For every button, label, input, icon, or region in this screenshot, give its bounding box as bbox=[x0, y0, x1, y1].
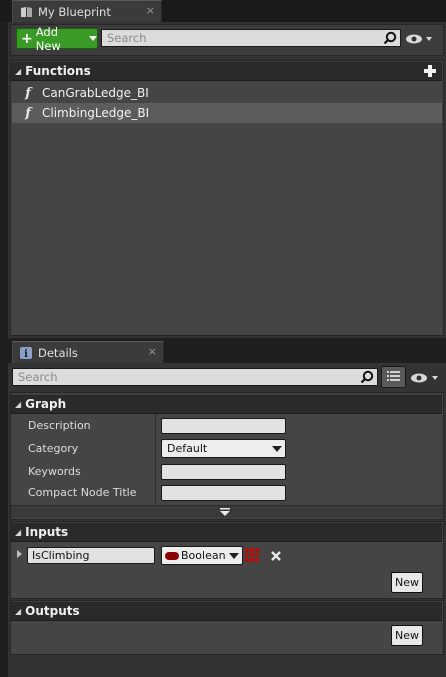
search-placeholder: Search bbox=[107, 31, 147, 45]
param-expand-arrow-icon[interactable] bbox=[17, 550, 22, 558]
details-search-input[interactable]: Search bbox=[12, 368, 378, 386]
add-new-button[interactable]: + Add New bbox=[16, 25, 98, 53]
function-item[interactable]: f CanGrabLedge_BI bbox=[12, 83, 442, 103]
chevron-down-icon bbox=[272, 446, 282, 452]
function-item-label: CanGrabLedge_BI bbox=[42, 86, 149, 100]
container-grid-icon[interactable] bbox=[245, 548, 260, 563]
keywords-label: Keywords bbox=[28, 465, 81, 478]
inputs-header[interactable]: ◢ Inputs bbox=[11, 522, 442, 542]
chevron-down-icon bbox=[89, 36, 97, 41]
expand-arrow-icon: ◢ bbox=[15, 66, 22, 76]
search-icon[interactable] bbox=[360, 370, 374, 384]
param-name-field[interactable]: IsClimbing bbox=[27, 547, 155, 564]
tab-details[interactable]: i Details × bbox=[12, 341, 164, 363]
expand-arrow-icon: ◢ bbox=[15, 527, 22, 537]
expand-arrow-icon: ◢ bbox=[15, 606, 22, 616]
eye-icon[interactable] bbox=[405, 33, 433, 45]
expand-arrow-icon: ◢ bbox=[15, 399, 22, 409]
function-icon: f bbox=[25, 105, 31, 121]
new-input-label: New bbox=[395, 576, 419, 589]
description-field[interactable] bbox=[161, 418, 286, 434]
add-new-label: Add New bbox=[35, 24, 61, 53]
search-placeholder: Search bbox=[18, 370, 58, 384]
description-label: Description bbox=[28, 419, 91, 432]
close-icon[interactable]: × bbox=[148, 345, 157, 358]
svg-text:i: i bbox=[24, 349, 28, 360]
new-output-button[interactable]: New bbox=[391, 625, 423, 646]
advanced-expand-bar[interactable] bbox=[11, 505, 443, 518]
blueprint-search-input[interactable]: Search bbox=[101, 29, 401, 47]
param-type-label: Boolean bbox=[181, 549, 226, 562]
function-icon: f bbox=[25, 85, 31, 101]
remove-icon[interactable] bbox=[270, 550, 282, 562]
graph-header-label: Graph bbox=[25, 397, 67, 411]
function-item-label: ClimbingLedge_BI bbox=[42, 106, 150, 120]
inputs-header-label: Inputs bbox=[25, 525, 69, 539]
grid-view-icon[interactable] bbox=[381, 366, 406, 388]
plus-icon bbox=[424, 65, 436, 77]
property-divider bbox=[155, 414, 156, 504]
plus-icon: + bbox=[21, 30, 33, 47]
close-icon[interactable]: × bbox=[146, 4, 155, 17]
tab-title: Details bbox=[38, 345, 78, 360]
eye-icon[interactable] bbox=[410, 372, 440, 384]
compact-node-title-label: Compact Node Title bbox=[28, 486, 137, 499]
category-value: Default bbox=[167, 442, 208, 455]
tab-title: My Blueprint bbox=[38, 4, 111, 19]
param-type-dropdown[interactable]: Boolean bbox=[161, 546, 243, 565]
outputs-header[interactable]: ◢ Outputs bbox=[11, 601, 442, 621]
outputs-header-label: Outputs bbox=[25, 604, 80, 618]
tab-my-blueprint[interactable]: My Blueprint × bbox=[12, 0, 162, 22]
search-icon[interactable] bbox=[383, 31, 397, 45]
book-icon bbox=[19, 5, 33, 19]
functions-header[interactable]: ◢ Functions bbox=[11, 61, 442, 81]
category-dropdown[interactable]: Default bbox=[161, 439, 286, 458]
function-item-selected[interactable]: f ClimbingLedge_BI bbox=[12, 103, 442, 123]
chevron-down-icon bbox=[229, 553, 239, 559]
new-input-button[interactable]: New bbox=[391, 572, 423, 593]
new-output-label: New bbox=[395, 629, 419, 642]
add-function-button[interactable] bbox=[422, 63, 438, 79]
info-icon: i bbox=[19, 346, 33, 360]
keywords-field[interactable] bbox=[161, 464, 286, 480]
pin-type-icon bbox=[165, 551, 179, 560]
functions-header-label: Functions bbox=[25, 64, 91, 78]
category-label: Category bbox=[28, 442, 79, 455]
graph-header[interactable]: ◢ Graph bbox=[11, 394, 442, 414]
compact-node-title-field[interactable] bbox=[161, 485, 286, 501]
chevron-down-icon bbox=[220, 508, 230, 516]
param-name: IsClimbing bbox=[32, 549, 90, 562]
